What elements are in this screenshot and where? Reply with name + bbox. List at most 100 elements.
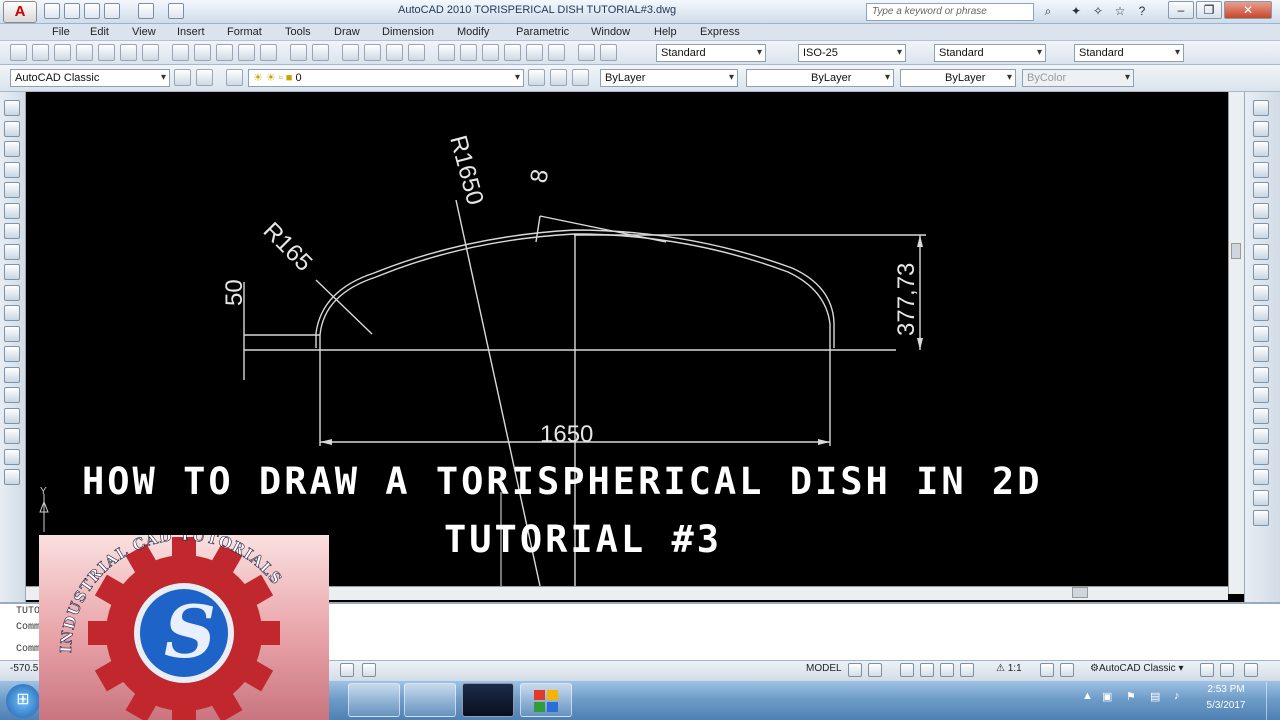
layer-select[interactable]: ☀ ☀ ▫ ■ 0 <box>248 69 524 87</box>
clock-time[interactable]: 2:53 PM <box>1196 684 1256 695</box>
table-style-select[interactable]: Standard <box>934 44 1046 62</box>
lock-ui-icon[interactable] <box>1200 663 1214 677</box>
workspace-settings-icon[interactable] <box>174 69 191 86</box>
taskbar-window-app-icon[interactable] <box>404 683 456 717</box>
draw-tool-13-icon[interactable] <box>4 346 20 362</box>
undo-icon[interactable] <box>290 44 307 61</box>
menu-item-help[interactable]: Help <box>654 26 677 38</box>
modify-tool-9-icon[interactable] <box>1253 264 1269 280</box>
status-menu-icon[interactable] <box>1244 663 1258 677</box>
display-icon[interactable]: ▤ <box>1150 690 1160 703</box>
model-space-button[interactable]: MODEL <box>806 663 842 677</box>
help-icon[interactable] <box>578 44 595 61</box>
menu-item-modify[interactable]: Modify <box>457 26 489 38</box>
draw-tool-6-icon[interactable] <box>4 202 20 219</box>
draw-tool-14-icon[interactable] <box>4 366 20 383</box>
show-desktop-button[interactable] <box>1266 682 1280 720</box>
draw-tool-7-icon[interactable] <box>4 223 20 239</box>
3d-dwf-icon[interactable] <box>142 44 159 61</box>
qnew-icon[interactable] <box>10 44 27 61</box>
linetype-select[interactable]: ByLayer <box>746 69 894 87</box>
draw-tool-1-icon[interactable] <box>4 100 20 116</box>
vertical-scroll-thumb[interactable] <box>1231 243 1241 259</box>
snap-icon[interactable] <box>340 663 354 677</box>
zoom-realtime-icon[interactable] <box>364 44 381 61</box>
menu-item-edit[interactable]: Edit <box>90 26 109 38</box>
cut-icon[interactable] <box>172 44 189 61</box>
save-icon[interactable] <box>54 44 71 61</box>
text-style-select[interactable]: Standard <box>656 44 766 62</box>
text-style-icon[interactable] <box>600 44 617 61</box>
layer-manager-icon[interactable] <box>226 69 243 86</box>
showmotion-icon[interactable] <box>960 663 974 677</box>
draw-tool-19-icon[interactable] <box>4 469 20 485</box>
annotation-scale[interactable]: ⚠ 1:1 <box>996 663 1022 677</box>
properties-icon[interactable] <box>438 44 455 61</box>
taskbar-cursor-app-icon[interactable] <box>348 683 400 717</box>
workspace-select[interactable]: AutoCAD Classic <box>10 69 170 87</box>
grid-icon[interactable] <box>362 663 376 677</box>
modify-tool-10-icon[interactable] <box>1253 284 1269 301</box>
start-button[interactable]: ⊞ <box>6 684 40 718</box>
color-select[interactable]: ByLayer <box>600 69 738 87</box>
modify-tool-3-icon[interactable] <box>1253 141 1269 157</box>
plotstyle-select[interactable]: ByColor <box>1022 69 1134 87</box>
redo-icon[interactable] <box>312 44 329 61</box>
menu-item-format[interactable]: Format <box>227 26 262 38</box>
help-icon[interactable]: ? <box>1134 3 1150 19</box>
menu-item-tools[interactable]: Tools <box>285 26 311 38</box>
block-editor-icon[interactable] <box>260 44 277 61</box>
modify-tool-17-icon[interactable] <box>1253 428 1269 444</box>
modify-tool-21-icon[interactable] <box>1253 510 1269 526</box>
save-icon[interactable] <box>84 3 100 19</box>
draw-tool-17-icon[interactable] <box>4 428 20 444</box>
dim-style-select[interactable]: ISO-25 <box>798 44 906 62</box>
redo-icon[interactable] <box>138 3 154 19</box>
draw-tool-12-icon[interactable] <box>4 325 20 342</box>
plot-preview-icon[interactable] <box>98 44 115 61</box>
modify-tool-15-icon[interactable] <box>1253 387 1269 403</box>
open-icon[interactable] <box>32 44 49 61</box>
mleader-style-select[interactable]: Standard <box>1074 44 1184 62</box>
close-button[interactable]: ✕ <box>1224 1 1272 19</box>
menu-item-draw[interactable]: Draw <box>334 26 360 38</box>
modify-tool-4-icon[interactable] <box>1253 161 1269 178</box>
plot-icon[interactable] <box>76 44 93 61</box>
horizontal-scroll-thumb[interactable] <box>1072 587 1088 598</box>
volume-icon[interactable]: ♪ <box>1174 690 1180 702</box>
zoom-window-icon[interactable] <box>386 44 403 61</box>
draw-tool-15-icon[interactable] <box>4 387 20 403</box>
auto-scale-icon[interactable] <box>1060 663 1074 677</box>
menu-item-dimension[interactable]: Dimension <box>382 26 434 38</box>
menu-item-express[interactable]: Express <box>700 26 740 38</box>
modify-tool-1-icon[interactable] <box>1253 100 1269 116</box>
make-current-layer-icon[interactable] <box>528 69 545 86</box>
draw-tool-5-icon[interactable] <box>4 182 20 198</box>
open-file-icon[interactable] <box>64 3 80 19</box>
modify-tool-7-icon[interactable] <box>1253 223 1269 239</box>
publish-icon[interactable] <box>120 44 137 61</box>
pan-icon[interactable] <box>342 44 359 61</box>
menu-item-file[interactable]: File <box>52 26 70 38</box>
menu-item-window[interactable]: Window <box>591 26 630 38</box>
paste-icon[interactable] <box>216 44 233 61</box>
communication-center-icon[interactable]: ✧ <box>1090 3 1106 19</box>
drawing-canvas[interactable]: 1650 377,73 50 R165 R1650 8 Y <box>26 92 1228 586</box>
modify-tool-16-icon[interactable] <box>1253 407 1269 424</box>
annotation-visibility-icon[interactable] <box>1040 663 1054 677</box>
show-hidden-icons[interactable]: ▲ <box>1082 690 1093 702</box>
new-file-icon[interactable] <box>44 3 60 19</box>
modify-tool-18-icon[interactable] <box>1253 448 1269 465</box>
layout-icon[interactable] <box>848 663 862 677</box>
draw-tool-16-icon[interactable] <box>4 407 20 424</box>
zoom-previous-icon[interactable] <box>408 44 425 61</box>
menu-item-view[interactable]: View <box>132 26 156 38</box>
search-input[interactable]: Type a keyword or phrase <box>866 3 1034 21</box>
zoom-icon[interactable] <box>920 663 934 677</box>
menu-item-parametric[interactable]: Parametric <box>516 26 569 38</box>
undo-icon[interactable] <box>104 3 120 19</box>
draw-tool-4-icon[interactable] <box>4 161 20 178</box>
modify-tool-12-icon[interactable] <box>1253 325 1269 342</box>
application-menu-button[interactable]: A <box>3 1 37 23</box>
sheet-set-icon[interactable] <box>504 44 521 61</box>
